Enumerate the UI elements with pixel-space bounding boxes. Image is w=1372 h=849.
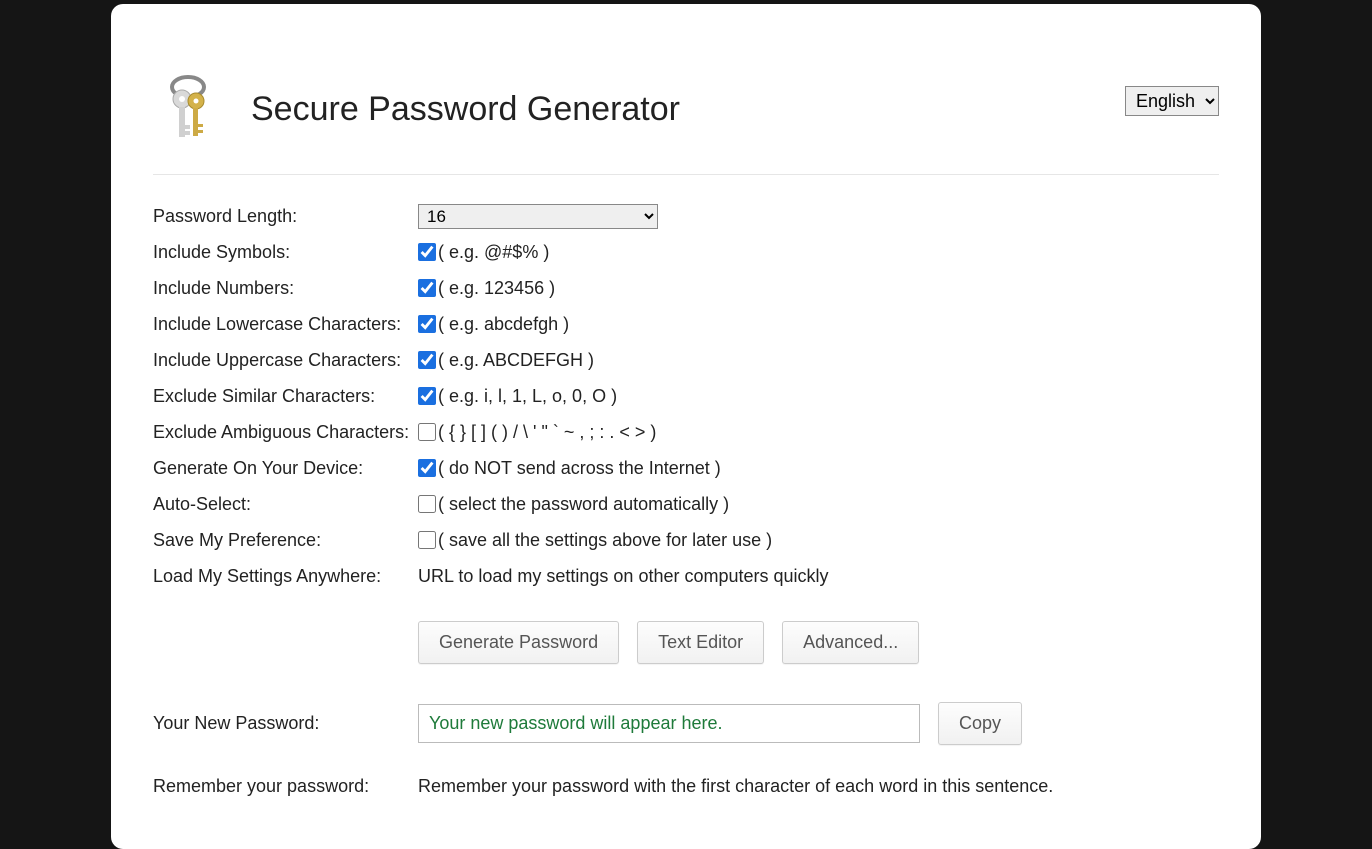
label-new-password: Your New Password: [153, 713, 418, 734]
row-save-preference: Save My Preference: ( save all the setti… [153, 527, 1219, 553]
keys-icon [153, 64, 223, 154]
label-save-preference: Save My Preference: [153, 530, 418, 551]
label-include-numbers: Include Numbers: [153, 278, 418, 299]
hint-remember: Remember your password with the first ch… [418, 776, 1053, 797]
row-buttons: Generate Password Text Editor Advanced..… [153, 599, 1219, 692]
hint-uppercase: ( e.g. ABCDEFGH ) [438, 350, 594, 371]
hint-numbers: ( e.g. 123456 ) [438, 278, 555, 299]
label-load-settings: Load My Settings Anywhere: [153, 566, 418, 587]
label-include-symbols: Include Symbols: [153, 242, 418, 263]
label-password-length: Password Length: [153, 206, 418, 227]
row-include-lowercase: Include Lowercase Characters: ( e.g. abc… [153, 311, 1219, 337]
new-password-output[interactable]: Your new password will appear here. [418, 704, 920, 743]
hint-auto-select: ( select the password automatically ) [438, 494, 729, 515]
label-auto-select: Auto-Select: [153, 494, 418, 515]
row-new-password: Your New Password: Your new password wil… [153, 702, 1219, 745]
row-password-length: Password Length: 16 [153, 203, 1219, 229]
save-preference-checkbox[interactable] [418, 531, 436, 549]
row-auto-select: Auto-Select: ( select the password autom… [153, 491, 1219, 517]
row-remember: Remember your password: Remember your pa… [153, 773, 1219, 799]
password-length-select[interactable]: 16 [418, 204, 658, 229]
include-uppercase-checkbox[interactable] [418, 351, 436, 369]
generate-password-button[interactable]: Generate Password [418, 621, 619, 664]
page-container: Secure Password Generator English Passwo… [111, 4, 1261, 849]
row-include-symbols: Include Symbols: ( e.g. @#$% ) [153, 239, 1219, 265]
include-lowercase-checkbox[interactable] [418, 315, 436, 333]
row-exclude-ambiguous: Exclude Ambiguous Characters: ( { } [ ] … [153, 419, 1219, 445]
row-include-uppercase: Include Uppercase Characters: ( e.g. ABC… [153, 347, 1219, 373]
hint-on-device: ( do NOT send across the Internet ) [438, 458, 721, 479]
label-include-lowercase: Include Lowercase Characters: [153, 314, 418, 335]
auto-select-checkbox[interactable] [418, 495, 436, 513]
language-selector-wrap: English [1125, 86, 1219, 116]
label-exclude-similar: Exclude Similar Characters: [153, 386, 418, 407]
exclude-ambiguous-checkbox[interactable] [418, 423, 436, 441]
row-exclude-similar: Exclude Similar Characters: ( e.g. i, l,… [153, 383, 1219, 409]
row-generate-on-device: Generate On Your Device: ( do NOT send a… [153, 455, 1219, 481]
advanced-button[interactable]: Advanced... [782, 621, 919, 664]
label-generate-on-device: Generate On Your Device: [153, 458, 418, 479]
label-include-uppercase: Include Uppercase Characters: [153, 350, 418, 371]
language-select[interactable]: English [1125, 86, 1219, 116]
exclude-similar-checkbox[interactable] [418, 387, 436, 405]
form: Password Length: 16 Include Symbols: ( e… [153, 203, 1219, 799]
include-symbols-checkbox[interactable] [418, 243, 436, 261]
hint-load-settings: URL to load my settings on other compute… [418, 566, 829, 587]
text-editor-button[interactable]: Text Editor [637, 621, 764, 664]
hint-save-pref: ( save all the settings above for later … [438, 530, 772, 551]
hint-symbols: ( e.g. @#$% ) [438, 242, 549, 263]
generate-on-device-checkbox[interactable] [418, 459, 436, 477]
hint-ambiguous: ( { } [ ] ( ) / \ ' " ` ~ , ; : . < > ) [438, 422, 656, 443]
hint-lowercase: ( e.g. abcdefgh ) [438, 314, 569, 335]
header: Secure Password Generator English [153, 4, 1219, 175]
include-numbers-checkbox[interactable] [418, 279, 436, 297]
label-exclude-ambiguous: Exclude Ambiguous Characters: [153, 422, 418, 443]
copy-button[interactable]: Copy [938, 702, 1022, 745]
row-include-numbers: Include Numbers: ( e.g. 123456 ) [153, 275, 1219, 301]
hint-similar: ( e.g. i, l, 1, L, o, 0, O ) [438, 386, 617, 407]
row-load-settings: Load My Settings Anywhere: URL to load m… [153, 563, 1219, 589]
page-title: Secure Password Generator [251, 90, 680, 129]
label-remember: Remember your password: [153, 776, 418, 797]
